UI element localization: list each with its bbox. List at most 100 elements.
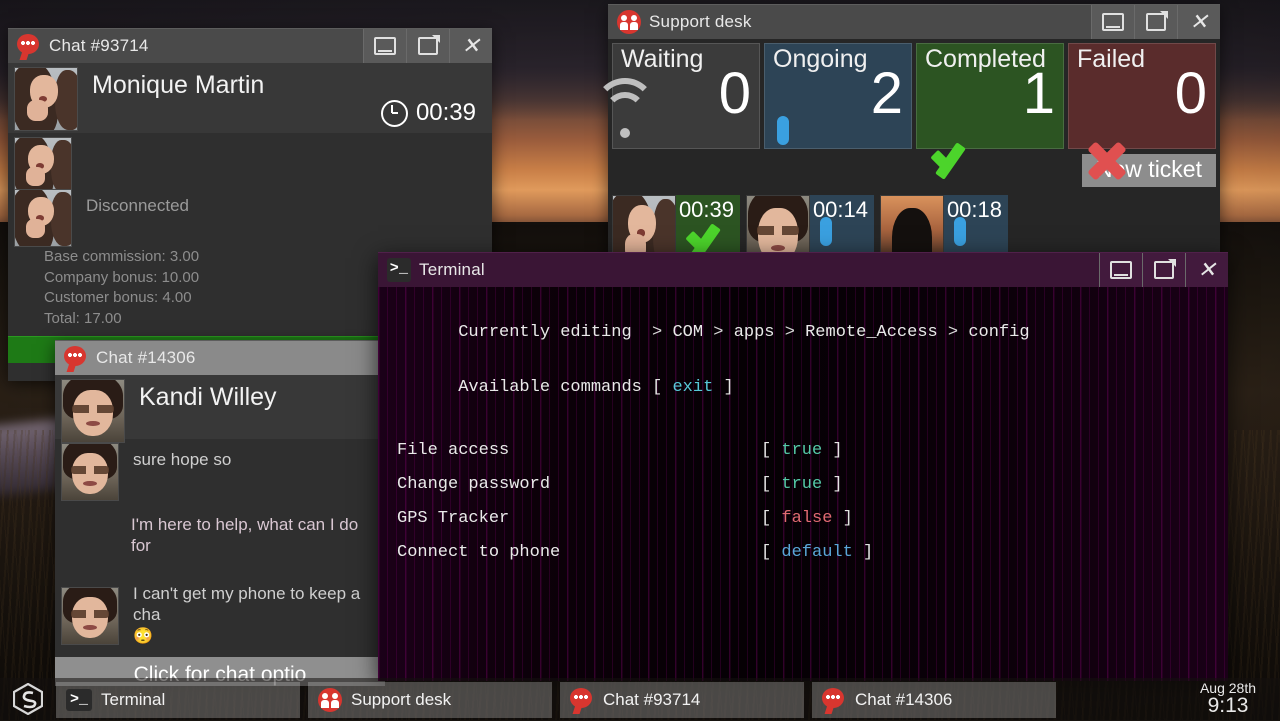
close-icon: ✕	[1197, 257, 1217, 282]
status-tile-label: Waiting	[621, 45, 704, 73]
setting-value[interactable]: true	[781, 475, 822, 494]
status-tile-completed[interactable]: Completed 1	[916, 43, 1064, 149]
chat-bubble-icon	[17, 34, 41, 58]
terminal-prompt-icon: >_	[66, 689, 92, 711]
close-button[interactable]: ✕	[1185, 253, 1228, 287]
setting-name: GPS Tracker	[397, 509, 510, 528]
close-button[interactable]: ✕	[1177, 5, 1220, 39]
setting-row[interactable]: Change password [ true ]	[397, 475, 1228, 494]
chat-status-row: Disconnected	[8, 185, 492, 247]
setting-name: File access	[397, 441, 510, 460]
avatar	[14, 137, 72, 195]
terminal-title: Terminal	[419, 260, 485, 279]
maximize-icon	[1154, 259, 1176, 279]
chat-14306-body: Kandi Willey sure hope so I'm here to he…	[55, 375, 385, 686]
maximize-icon	[418, 35, 440, 55]
taskbar-items: >_ Terminal Support desk Chat #93714 Cha…	[56, 677, 1180, 721]
customer-name: Kandi Willey	[139, 383, 277, 411]
support-desk-toolbar: New ticket	[608, 149, 1220, 191]
chat-93714-titlebar[interactable]: Chat #93714 ✕	[8, 28, 492, 63]
support-desk-icon	[318, 688, 342, 712]
command-exit[interactable]: exit	[672, 378, 713, 397]
chat-14306-titlebar[interactable]: Chat #14306	[55, 340, 385, 375]
support-desk-titlebar[interactable]: Support desk ✕	[608, 4, 1220, 39]
setting-value[interactable]: false	[781, 509, 832, 528]
maximize-button[interactable]	[1142, 253, 1185, 287]
chat-bubble-icon	[822, 688, 846, 712]
clock-icon	[380, 99, 408, 127]
chat-14306-header: Kandi Willey	[55, 375, 385, 443]
minimize-button[interactable]	[1091, 5, 1134, 39]
taskbar-item-label: Support desk	[351, 690, 452, 709]
setting-value[interactable]: default	[781, 543, 852, 562]
breadcrumb-prefix: Currently editing	[458, 323, 632, 342]
status-tile-ongoing[interactable]: Ongoing 2	[764, 43, 912, 149]
breadcrumb-seg-0: COM	[672, 323, 704, 342]
setting-row[interactable]: GPS Tracker [ false ]	[397, 509, 1228, 528]
window-chat-14306[interactable]: Chat #14306 Kandi Willey sure hope so I'…	[55, 340, 385, 686]
status-tile-label: Ongoing	[773, 45, 868, 73]
chat-bubble-icon	[64, 346, 88, 370]
chat-message-text: I'm here to help, what can I do for	[131, 514, 359, 555]
terminal-breadcrumb-line: Currently editing > COM > apps > Remote_…	[458, 323, 1030, 342]
taskbar-clock: Aug 28th 9:13	[1180, 679, 1280, 718]
terminal-body[interactable]: Currently editing > COM > apps > Remote_…	[378, 287, 1228, 681]
window-terminal[interactable]: >_ Terminal ✕ Currently editing > COM > …	[378, 252, 1228, 681]
chat-message-row: sure hope so	[55, 439, 385, 501]
start-button[interactable]	[0, 678, 56, 720]
avatar	[14, 67, 78, 131]
minimize-button[interactable]	[363, 29, 406, 63]
setting-value[interactable]: true	[781, 441, 822, 460]
close-button[interactable]: ✕	[449, 29, 492, 63]
minimize-icon	[374, 37, 396, 55]
setting-name: Change password	[397, 475, 551, 494]
maximize-button[interactable]	[1134, 5, 1177, 39]
terminal-prompt-icon: >_	[387, 258, 411, 282]
window-support-desk[interactable]: Support desk ✕ Waiting 0 Ongoing 2 Compl…	[594, 4, 1220, 315]
avatar	[61, 443, 119, 501]
chat-93714-title: Chat #93714	[49, 36, 149, 55]
maximize-icon	[1146, 11, 1168, 31]
status-tile-failed[interactable]: Failed 0	[1068, 43, 1216, 149]
support-desk-body: Waiting 0 Ongoing 2 Completed 1 Failed 0…	[594, 39, 1220, 315]
status-tile-label: Failed	[1077, 45, 1146, 73]
maximize-button[interactable]	[406, 29, 449, 63]
chat-message-row: I'm here to help, what can I do for	[55, 495, 385, 573]
ticket-timer: 00:39	[678, 197, 734, 222]
chat-timer-value: 00:39	[415, 99, 476, 126]
taskbar-item-support-desk[interactable]: Support desk	[308, 682, 552, 718]
support-desk-icon	[617, 10, 641, 34]
clock-date: Aug 28th	[1199, 679, 1257, 696]
status-tiles: Waiting 0 Ongoing 2 Completed 1 Failed 0	[594, 39, 1220, 149]
avatar	[14, 189, 72, 247]
taskbar[interactable]: >_ Terminal Support desk Chat #93714 Cha…	[0, 678, 1280, 720]
breadcrumb-seg-3: config	[968, 323, 1030, 342]
terminal-titlebar[interactable]: >_ Terminal ✕	[378, 252, 1228, 287]
avatar	[61, 587, 119, 645]
breadcrumb-seg-1: apps	[733, 323, 775, 342]
support-desk-title: Support desk	[649, 12, 752, 31]
available-commands-label: Available commands	[458, 378, 642, 397]
window-icon	[777, 116, 789, 145]
chat-message-emoji: 😳	[133, 627, 153, 645]
close-icon: ✕	[461, 33, 481, 58]
taskbar-item-terminal[interactable]: >_ Terminal	[56, 682, 300, 718]
minimize-icon	[1110, 261, 1132, 279]
customer-name: Monique Martin	[92, 71, 265, 99]
status-tile-value: 0	[1174, 61, 1207, 126]
taskbar-item-chat-14306[interactable]: Chat #14306	[812, 682, 1056, 718]
setting-row[interactable]: File access [ true ]	[397, 441, 1228, 460]
setting-row[interactable]: Connect to phone [ default ]	[397, 543, 1228, 562]
chat-93714-header: Monique Martin 00:39	[8, 63, 492, 133]
chat-message-row	[8, 133, 492, 195]
setting-name: Connect to phone	[397, 543, 561, 562]
chat-14306-title: Chat #14306	[96, 348, 196, 367]
minimize-button[interactable]	[1099, 253, 1142, 287]
status-tile-waiting[interactable]: Waiting 0	[594, 43, 760, 149]
chat-status-message: Disconnected	[86, 196, 190, 215]
chat-message-row: I can't get my phone to keep a cha 😳	[55, 573, 385, 657]
chat-message-text: sure hope so	[133, 450, 232, 469]
taskbar-item-chat-93714[interactable]: Chat #93714	[560, 682, 804, 718]
chat-timer: 00:39	[380, 99, 476, 127]
status-tile-value: 2	[870, 61, 903, 126]
